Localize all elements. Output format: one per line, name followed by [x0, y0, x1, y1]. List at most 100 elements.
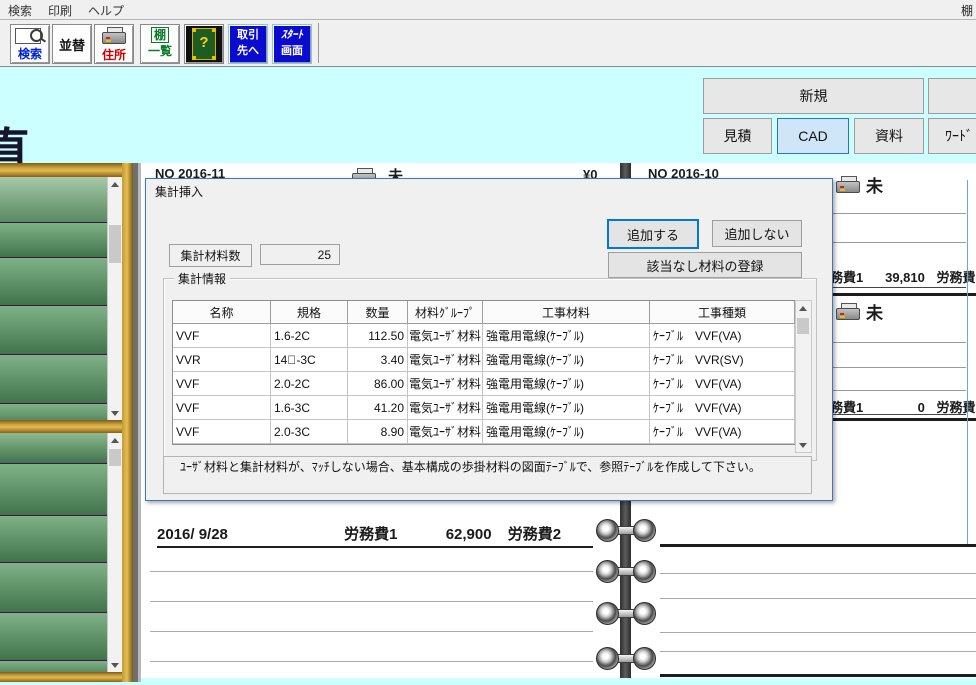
register-unmatched-button[interactable]: 該当なし材料の登録	[608, 252, 802, 278]
docs-button[interactable]: 資料	[854, 118, 924, 154]
scroll-down-button[interactable]	[108, 406, 122, 420]
chevron-down-icon	[111, 663, 119, 668]
clipped-button[interactable]	[928, 78, 976, 114]
cell-group: 電気ﾕｰｻﾞ材料	[408, 348, 483, 372]
cell-material: 強電用電線(ｹｰﾌﾞﾙ)	[483, 420, 650, 444]
help-button[interactable]: ?	[184, 24, 224, 64]
menu-help[interactable]: ヘルプ	[88, 2, 124, 19]
shelf-row[interactable]	[0, 613, 108, 661]
scroll-up-button[interactable]	[108, 433, 122, 447]
header-qty[interactable]: 数量	[348, 301, 408, 324]
cell-group: 電気ﾕｰｻﾞ材料	[408, 372, 483, 396]
add-button[interactable]: 追加する	[607, 219, 699, 249]
start-label-1: ｽﾀｰﾄ	[281, 29, 303, 41]
aggregate-insert-dialog: 集計挿入 追加する 追加しない 該当なし材料の登録 集計材料数 25 集計情報 …	[145, 178, 833, 501]
cell-spec: 2.0-3C	[271, 420, 348, 444]
ledger-thick-line	[660, 544, 976, 547]
shelf-row[interactable]	[0, 177, 108, 223]
shelf-row[interactable]	[0, 404, 108, 420]
shelf-row[interactable]	[0, 464, 108, 516]
cell-spec: 1.6-3C	[271, 396, 348, 420]
scrollbar-thumb[interactable]	[109, 225, 121, 263]
cell-material: 強電用電線(ｹｰﾌﾞﾙ)	[483, 396, 650, 420]
cad-button[interactable]: CAD	[777, 118, 849, 154]
ledger-line	[660, 632, 976, 633]
header-group[interactable]: 材料ｸﾞﾙｰﾌﾟ	[408, 301, 483, 324]
table-row[interactable]: VVR 14ﾟ-3C 3.40 電気ﾕｰｻﾞ材料 強電用電線(ｹｰﾌﾞﾙ) ｹｰ…	[173, 348, 795, 372]
word-button[interactable]: ﾜｰﾄﾞ	[928, 118, 976, 154]
table-row[interactable]: VVF 1.6-3C 41.20 電気ﾕｰｻﾞ材料 強電用電線(ｹｰﾌﾞﾙ) ｹ…	[173, 396, 795, 420]
help-book-icon: ?	[192, 28, 216, 60]
ledger-line	[660, 573, 976, 574]
table-scrollbar[interactable]	[795, 300, 812, 453]
cell-group: 電気ﾕｰｻﾞ材料	[408, 420, 483, 444]
client-button[interactable]: 取引先へ	[228, 24, 268, 64]
binder-spine-top	[620, 163, 631, 178]
labor2-label: 労務費2	[508, 526, 561, 543]
shelf-row[interactable]	[0, 661, 108, 672]
scroll-up-button[interactable]	[108, 177, 122, 191]
shelf-row[interactable]	[0, 258, 108, 306]
binder-ring	[596, 519, 656, 541]
word-button-label: ﾜｰﾄﾞ	[945, 126, 973, 146]
shelf-row[interactable]	[0, 563, 108, 613]
cell-material: 強電用電線(ｹｰﾌﾞﾙ)	[483, 324, 650, 348]
search-button[interactable]: 検索	[10, 24, 50, 64]
header-material[interactable]: 工事材料	[483, 301, 650, 324]
shelf-list-label-1: 棚	[151, 27, 169, 43]
address-print-button[interactable]: 住所	[94, 24, 134, 64]
no-add-button-label: 追加しない	[724, 224, 789, 243]
shelf-row[interactable]	[0, 355, 108, 404]
scroll-down-button[interactable]	[796, 438, 810, 452]
scrollbar-thumb[interactable]	[109, 449, 121, 466]
new-button[interactable]: 新規	[703, 78, 924, 114]
cell-qty: 8.90	[348, 420, 408, 444]
toolbar-separator	[318, 23, 319, 63]
estimate-button[interactable]: 見積	[703, 118, 772, 154]
table-row[interactable]: VVF 2.0-3C 8.90 電気ﾕｰｻﾞ材料 強電用電線(ｹｰﾌﾞﾙ) ｹｰ…	[173, 420, 795, 444]
menu-print[interactable]: 印刷	[48, 2, 72, 19]
chevron-down-icon	[799, 443, 807, 448]
printer-status-icon	[836, 176, 860, 195]
sort-button[interactable]: 並替	[52, 24, 92, 64]
cell-type: ｹｰﾌﾞﾙ VVR(SV)	[650, 348, 795, 372]
no-add-button[interactable]: 追加しない	[712, 220, 802, 247]
printer-icon	[102, 27, 126, 46]
material-count-label: 集計材料数	[169, 244, 252, 267]
ledger-line	[150, 571, 593, 572]
cell-type: ｹｰﾌﾞﾙ VVF(VA)	[650, 396, 795, 420]
menu-search[interactable]: 検索	[8, 2, 32, 19]
client-label-1: 取引	[237, 29, 259, 41]
ledger-line	[826, 367, 966, 368]
shelf2-scrollbar[interactable]	[107, 433, 123, 672]
scrollbar-thumb[interactable]	[797, 318, 809, 334]
ledger-line	[150, 631, 593, 632]
unprinted-mark: 未	[866, 299, 883, 324]
table-row[interactable]: VVF 1.6-2C 112.50 電気ﾕｰｻﾞ材料 強電用電線(ｹｰﾌﾞﾙ) …	[173, 324, 795, 348]
scroll-up-button[interactable]	[796, 301, 810, 315]
ledger-underline	[826, 287, 966, 288]
ledger-line	[826, 390, 966, 391]
cell-name: VVF	[173, 372, 271, 396]
header-name[interactable]: 名称	[173, 301, 271, 324]
header-type[interactable]: 工事種類	[650, 301, 795, 324]
shelf1-scrollbar[interactable]	[107, 177, 123, 420]
shelf-list-label-2: 一覧	[148, 44, 172, 58]
start-screen-button[interactable]: ｽﾀｰﾄ画面	[272, 24, 312, 64]
table-row[interactable]: VVF 2.0-2C 86.00 電気ﾕｰｻﾞ材料 強電用電線(ｹｰﾌﾞﾙ) ｹ…	[173, 372, 795, 396]
shelf-row[interactable]	[0, 306, 108, 355]
toolbar-bottom-line	[0, 66, 976, 67]
header-spec[interactable]: 規格	[271, 301, 348, 324]
docs-button-label: 資料	[875, 126, 903, 146]
shelf-row[interactable]	[0, 433, 108, 464]
cell-type: ｹｰﾌﾞﾙ VVF(VA)	[650, 324, 795, 348]
cell-qty: 3.40	[348, 348, 408, 372]
chevron-up-icon	[111, 182, 119, 187]
record-divider	[826, 293, 976, 296]
shelf-row[interactable]	[0, 516, 108, 563]
material-count-field: 25	[260, 244, 340, 265]
shelf-row[interactable]	[0, 223, 108, 258]
scroll-down-button[interactable]	[108, 658, 122, 672]
labor2-label: 労務費2	[936, 270, 976, 285]
shelf-list-button[interactable]: 棚 一覧	[140, 24, 180, 64]
